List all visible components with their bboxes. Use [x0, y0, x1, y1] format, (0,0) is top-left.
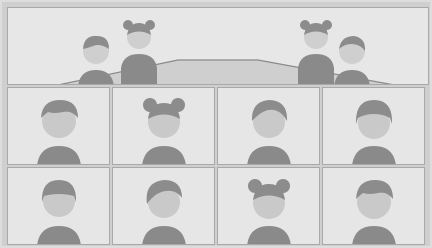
room-illustration	[59, 20, 393, 84]
avatar-icon	[352, 100, 396, 164]
avatar-icon	[121, 20, 157, 84]
avatar-icon	[352, 180, 396, 244]
avatar-icon	[247, 179, 291, 244]
room-view-panel[interactable]	[7, 7, 429, 85]
participant-tile[interactable]	[112, 87, 215, 165]
avatar-icon	[142, 180, 186, 244]
participant-tile[interactable]	[7, 167, 110, 245]
avatar-icon	[334, 36, 370, 84]
participant-tile[interactable]	[217, 167, 320, 245]
avatar-icon	[78, 35, 114, 84]
participant-tile[interactable]	[322, 167, 425, 245]
video-grid-frame	[2, 2, 430, 246]
participant-tile[interactable]	[7, 87, 110, 165]
avatar-icon	[298, 20, 334, 84]
avatar-icon	[142, 98, 186, 164]
participant-tile[interactable]	[112, 167, 215, 245]
participant-tile[interactable]	[217, 87, 320, 165]
avatar-icon	[37, 180, 81, 244]
avatar-icon	[37, 100, 81, 164]
avatar-icon	[247, 100, 291, 164]
participant-tile[interactable]	[322, 87, 425, 165]
